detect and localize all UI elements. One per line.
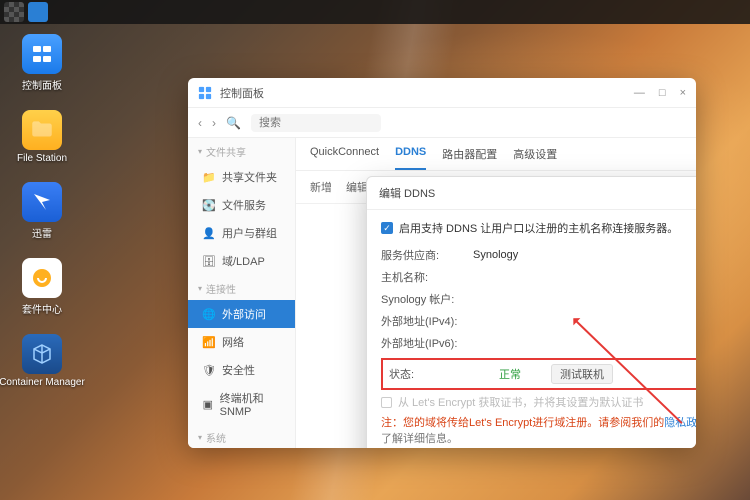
folder-icon xyxy=(22,110,62,150)
tab-advanced[interactable]: 高级设置 xyxy=(513,146,557,170)
desktop-icon-control-panel[interactable]: 控制面板 xyxy=(14,34,70,92)
terminal-icon: ▣ xyxy=(202,397,214,411)
network-icon: 📶 xyxy=(202,335,216,349)
edit-button[interactable]: 编辑 xyxy=(346,179,368,195)
tab-ddns[interactable]: DDNS xyxy=(395,146,426,170)
disk-icon: 💽 xyxy=(202,198,216,212)
globe-icon: 🌐 xyxy=(202,307,216,321)
status-label: 状态: xyxy=(389,366,469,382)
desktop-icon-container-manager[interactable]: Container Manager xyxy=(14,334,70,388)
sidebar-group-fileshare[interactable]: 文件共享 xyxy=(188,138,295,163)
window-toolbar: ‹ › 🔍 xyxy=(188,108,696,138)
window-title: 控制面板 xyxy=(220,85,264,101)
user-icon: 👤 xyxy=(202,226,216,240)
account-label: Synology 帐户: xyxy=(381,291,473,307)
ipv6-label: 外部地址(IPv6): xyxy=(381,335,473,351)
sidebar-item-security[interactable]: 🛡安全性 xyxy=(188,356,295,384)
sidebar-item-terminal[interactable]: ▣终端机和 SNMP xyxy=(188,384,295,424)
window-titlebar[interactable]: 控制面板 — □ × xyxy=(188,78,696,108)
back-button[interactable]: ‹ xyxy=(198,116,202,130)
sidebar-item-shared-folder[interactable]: 📁共享文件夹 xyxy=(188,163,295,191)
desktop-icon-package-center[interactable]: 套件中心 xyxy=(14,258,70,316)
window-app-icon xyxy=(198,86,212,100)
ldap-icon: 🗄 xyxy=(202,254,216,268)
sidebar-group-system[interactable]: 系统 xyxy=(188,424,295,448)
desktop-icon-label: 控制面板 xyxy=(22,77,62,92)
forward-button[interactable]: › xyxy=(212,116,216,130)
modal-title: 编辑 DDNS xyxy=(379,185,435,201)
hostname-label: 主机名称: xyxy=(381,269,473,285)
maximize-button[interactable]: □ xyxy=(659,87,666,99)
tab-router[interactable]: 路由器配置 xyxy=(442,146,497,170)
checkbox-checked-icon: ✓ xyxy=(381,222,393,234)
status-value: 正常 xyxy=(499,366,521,382)
xunlei-icon xyxy=(22,182,62,222)
search-icon: 🔍 xyxy=(226,116,241,130)
taskbar xyxy=(0,0,750,24)
taskbar-active-app[interactable] xyxy=(28,2,48,22)
status-highlight-box: 状态: 正常 测试联机 xyxy=(381,358,696,390)
ipv4-label: 外部地址(IPv4): xyxy=(381,313,473,329)
folder-icon: 📁 xyxy=(202,170,216,184)
desktop-icon-file-station[interactable]: File Station xyxy=(14,110,70,164)
sidebar-group-connectivity[interactable]: 连接性 xyxy=(188,275,295,300)
main-panel: QuickConnect DDNS 路由器配置 高级设置 新增 编辑 删除 立即… xyxy=(296,138,696,448)
sidebar-item-external-access[interactable]: 🌐外部访问 xyxy=(188,300,295,328)
control-panel-window: 控制面板 — □ × ‹ › 🔍 文件共享 📁共享文件夹 💽文件服务 👤用户与群… xyxy=(188,78,696,448)
minimize-button[interactable]: — xyxy=(634,87,645,99)
desktop-icon-grid: 控制面板 File Station 迅雷 套件中心 Container Mana… xyxy=(14,34,70,388)
sidebar-item-file-services[interactable]: 💽文件服务 xyxy=(188,191,295,219)
container-icon xyxy=(22,334,62,374)
package-center-icon xyxy=(22,258,62,298)
edit-ddns-modal: 编辑 DDNS × ✓ 启用支持 DDNS 让用户口以注册的主机名称连接服务器。… xyxy=(366,176,696,448)
add-button[interactable]: 新增 xyxy=(310,179,332,195)
provider-value[interactable]: Synology xyxy=(473,249,518,261)
shield-icon: 🛡 xyxy=(202,363,216,377)
enable-ddns-checkbox[interactable]: ✓ 启用支持 DDNS 让用户口以注册的主机名称连接服务器。 xyxy=(381,220,696,236)
tab-bar: QuickConnect DDNS 路由器配置 高级设置 xyxy=(296,138,696,171)
privacy-note: 注：您的域将传给Let's Encrypt进行域注册。请参阅我们的隐私政策以了解… xyxy=(381,414,696,446)
search-input[interactable] xyxy=(251,114,381,132)
sidebar-item-ldap[interactable]: 🗄域/LDAP xyxy=(188,247,295,275)
sidebar-item-users[interactable]: 👤用户与群组 xyxy=(188,219,295,247)
control-panel-icon xyxy=(22,34,62,74)
taskbar-apps-icon[interactable] xyxy=(4,2,24,22)
desktop-icon-label: Container Manager xyxy=(0,377,85,388)
settings-sidebar: 文件共享 📁共享文件夹 💽文件服务 👤用户与群组 🗄域/LDAP 连接性 🌐外部… xyxy=(188,138,296,448)
close-button[interactable]: × xyxy=(680,87,686,99)
test-connection-button[interactable]: 测试联机 xyxy=(551,364,613,384)
desktop-icon-label: File Station xyxy=(17,153,67,164)
desktop-icon-xunlei[interactable]: 迅雷 xyxy=(14,182,70,240)
tab-quickconnect[interactable]: QuickConnect xyxy=(310,146,379,170)
sidebar-item-network[interactable]: 📶网络 xyxy=(188,328,295,356)
desktop-icon-label: 套件中心 xyxy=(22,301,62,316)
privacy-policy-link[interactable]: 隐私政策 xyxy=(664,417,696,429)
modal-titlebar[interactable]: 编辑 DDNS × xyxy=(367,177,696,210)
provider-label: 服务供应商: xyxy=(381,247,473,263)
checkbox-unchecked-icon xyxy=(381,397,392,408)
lets-encrypt-checkbox[interactable]: 从 Let's Encrypt 获取证书，并将其设置为默认证书 xyxy=(381,394,696,410)
desktop-icon-label: 迅雷 xyxy=(32,225,52,240)
